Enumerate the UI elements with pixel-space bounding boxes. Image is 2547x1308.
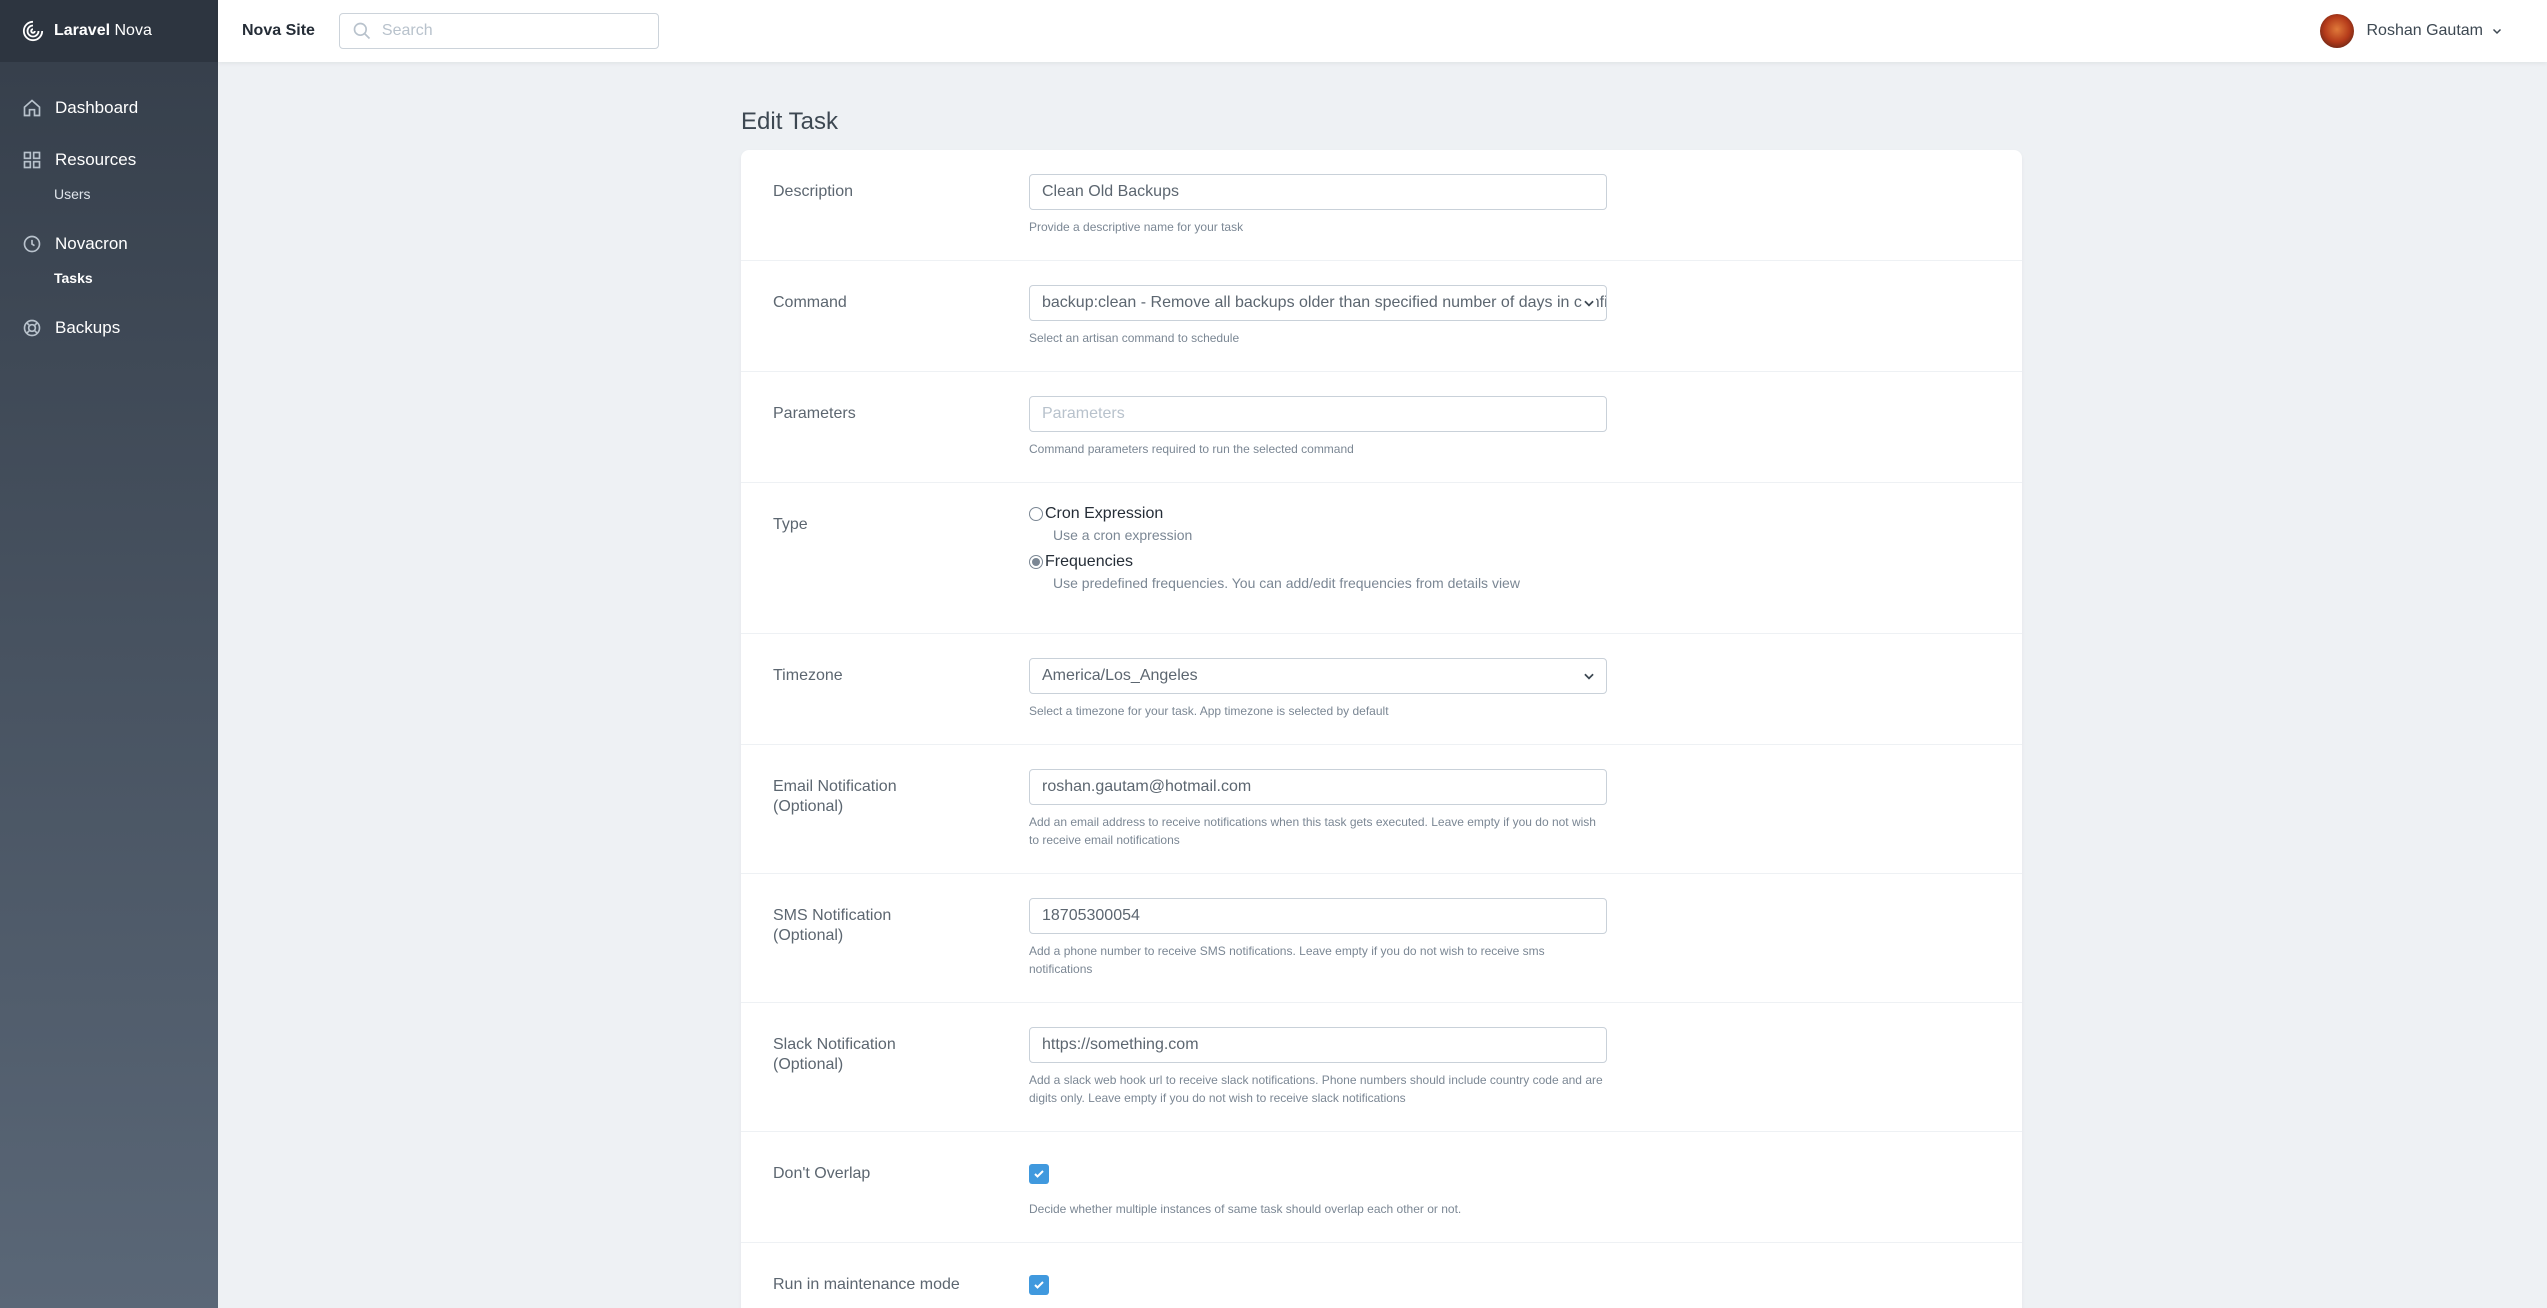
email-input[interactable]	[1029, 769, 1607, 805]
user-name: Roshan Gautam	[2366, 22, 2483, 39]
description-row: Description Provide a descriptive name f…	[741, 150, 2022, 261]
type-option-frequencies[interactable]: Frequencies	[1029, 553, 1520, 571]
description-help: Provide a descriptive name for your task	[1029, 220, 1244, 234]
sms-input[interactable]	[1029, 898, 1607, 934]
dont-overlap-help: Decide whether multiple instances of sam…	[1029, 1202, 1462, 1216]
sidebar-item-label: Backups	[55, 318, 121, 337]
sms-row: SMS Notification (Optional) Add a phone …	[741, 874, 2022, 1003]
cron-option-help: Use a cron expression	[1053, 527, 1193, 543]
sidebar-item-label: Resources	[55, 150, 137, 169]
check-icon	[1034, 1170, 1044, 1178]
frequencies-option-help: Use predefined frequencies. You can add/…	[1053, 575, 1520, 591]
type-row: Type Cron Expression Use a cron expressi…	[741, 483, 2022, 634]
sidebar-item-label: Dashboard	[55, 98, 139, 117]
maintenance-label: Run in maintenance mode	[773, 1276, 960, 1293]
command-label: Command	[773, 294, 847, 311]
dont-overlap-row: Don't Overlap Decide whether multiple in…	[741, 1132, 2022, 1243]
timezone-select[interactable]: America/Los_Angeles	[1029, 658, 1607, 694]
chevron-down-icon	[1582, 296, 1596, 310]
sidebar-item-tasks[interactable]: Tasks	[0, 258, 218, 298]
parameters-label: Parameters	[773, 405, 856, 422]
chevron-down-icon	[1582, 669, 1596, 683]
dont-overlap-checkbox[interactable]	[1029, 1164, 1049, 1184]
check-icon	[1034, 1281, 1044, 1289]
clock-icon	[23, 235, 41, 253]
slack-row: Slack Notification (Optional) Add a slac…	[741, 1003, 2022, 1132]
home-icon	[23, 99, 41, 117]
sms-help: Add a phone number to receive SMS notifi…	[1029, 944, 1545, 976]
frequencies-radio[interactable]	[1029, 555, 1043, 569]
sidebar-item-dashboard[interactable]: Dashboard	[0, 82, 218, 134]
chevron-down-icon	[2492, 28, 2502, 35]
email-label-line1: Email Notification	[773, 778, 897, 795]
description-input[interactable]	[1029, 174, 1607, 210]
sidebar: Laravel Nova Dashboard Resources Users N…	[0, 0, 218, 1308]
lifebuoy-icon	[23, 319, 41, 337]
maintenance-row: Run in maintenance mode	[741, 1243, 2022, 1308]
sms-label-line2: (Optional)	[773, 927, 844, 944]
slack-label-line1: Slack Notification	[773, 1036, 896, 1053]
slack-help: Add a slack web hook url to receive slac…	[1029, 1073, 1603, 1105]
search-icon	[353, 22, 371, 40]
sms-label-line1: SMS Notification	[773, 907, 892, 924]
email-label-line2: (Optional)	[773, 798, 844, 815]
slack-label-line2: (Optional)	[773, 1056, 844, 1073]
sms-label: SMS Notification (Optional)	[773, 906, 973, 946]
parameters-row: Parameters Command parameters required t…	[741, 372, 2022, 483]
type-label: Type	[773, 516, 808, 533]
timezone-selected-value: America/Los_Angeles	[1042, 667, 1198, 684]
timezone-help: Select a timezone for your task. App tim…	[1029, 704, 1389, 718]
global-search[interactable]	[338, 13, 659, 49]
sidebar-item-users[interactable]: Users	[0, 174, 218, 214]
search-input[interactable]	[381, 22, 632, 40]
frequencies-option-label: Frequencies	[1045, 553, 1134, 570]
page-title: Edit Task	[741, 108, 838, 135]
parameters-help: Command parameters required to run the s…	[1029, 442, 1354, 456]
timezone-row: Timezone America/Los_Angeles Select a ti…	[741, 634, 2022, 745]
dont-overlap-label: Don't Overlap	[773, 1165, 871, 1182]
sidebar-item-label: Novacron	[55, 234, 128, 253]
parameters-input[interactable]	[1029, 396, 1607, 432]
avatar	[2320, 14, 2355, 48]
description-label: Description	[773, 183, 854, 200]
timezone-label: Timezone	[773, 667, 843, 684]
sidebar-nav: Dashboard Resources Users Novacron Tasks…	[0, 62, 218, 354]
brand[interactable]: Laravel Nova	[0, 0, 218, 62]
command-select[interactable]: backup:clean - Remove all backups older …	[1029, 285, 1607, 321]
brand-name: Laravel Nova	[54, 22, 152, 39]
nova-logo-icon	[22, 20, 44, 42]
email-help: Add an email address to receive notifica…	[1029, 815, 1596, 847]
command-row: Command backup:clean - Remove all backup…	[741, 261, 2022, 372]
user-menu[interactable]: Roshan Gautam	[2320, 14, 2503, 48]
slack-label: Slack Notification (Optional)	[773, 1035, 973, 1075]
slack-input[interactable]	[1029, 1027, 1607, 1063]
command-selected-value: backup:clean - Remove all backups older …	[1042, 294, 1607, 311]
email-label: Email Notification (Optional)	[773, 777, 973, 817]
topbar: Nova Site Roshan Gautam	[218, 0, 2547, 62]
email-row: Email Notification (Optional) Add an ema…	[741, 745, 2022, 874]
grid-icon	[23, 151, 41, 169]
type-option-cron[interactable]: Cron Expression	[1029, 505, 1520, 523]
command-help: Select an artisan command to schedule	[1029, 331, 1240, 345]
cron-radio[interactable]	[1029, 507, 1043, 521]
cron-option-label: Cron Expression	[1045, 505, 1164, 522]
site-name[interactable]: Nova Site	[242, 22, 315, 40]
maintenance-checkbox[interactable]	[1029, 1275, 1049, 1295]
edit-task-form: Description Provide a descriptive name f…	[741, 150, 2022, 1308]
sidebar-item-backups[interactable]: Backups	[0, 302, 218, 354]
